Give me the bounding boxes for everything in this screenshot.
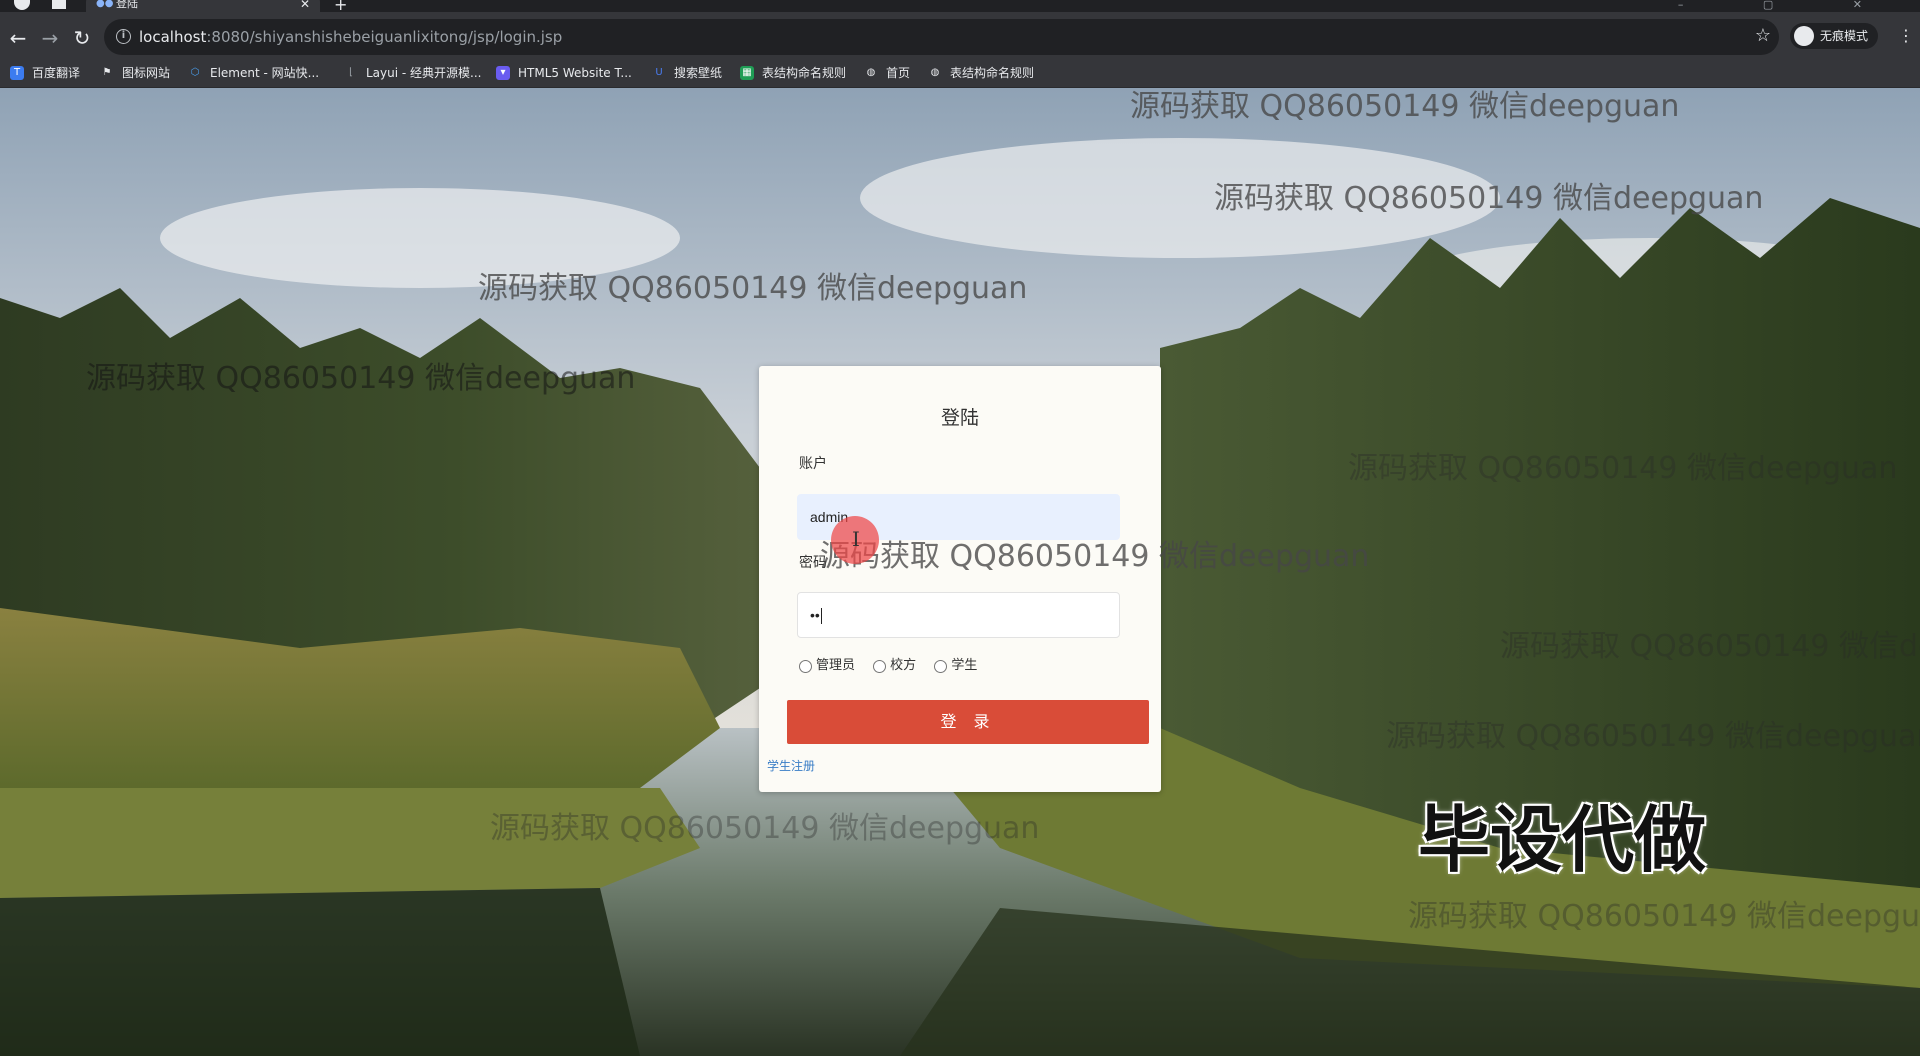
- bookmark-item[interactable]: ▦ 表结构命名规则: [740, 63, 846, 83]
- url-path: :8080/shiyanshishebeiguanlixitong/jsp/lo…: [206, 28, 563, 46]
- student-register-link[interactable]: 学生注册: [767, 758, 815, 774]
- bookmark-item[interactable]: ⬡ Element - 网站快...: [188, 63, 319, 83]
- watermark-text: 源码获取 QQ86050149 微信deepguan: [490, 811, 1040, 846]
- radio-button[interactable]: [873, 659, 887, 673]
- window-icon: [52, 0, 66, 9]
- wallpaper-icon: U: [655, 66, 663, 78]
- new-tab-icon[interactable]: +: [334, 0, 347, 13]
- account-label: 账户: [799, 456, 827, 472]
- role-label: 管理员: [816, 658, 856, 673]
- radio-button[interactable]: [934, 659, 948, 673]
- incognito-icon: [1794, 25, 1814, 46]
- browser-tab[interactable]: ●● 登陆 ✕: [86, 0, 320, 12]
- watermark-text: 源码获取 QQ86050149 微信deepguan: [1386, 719, 1920, 754]
- bookmark-label: 搜索壁纸: [674, 66, 723, 80]
- bookmark-item[interactable]: ◍ 首页: [864, 63, 910, 83]
- watermark-text: 源码获取 QQ86050149 微信deepguan: [478, 271, 1028, 306]
- bookmark-item[interactable]: ◍ 表结构命名规则: [928, 63, 1034, 83]
- url-text[interactable]: localhost:8080/shiyanshishebeiguanlixito…: [139, 28, 562, 46]
- globe-icon: ◍: [930, 66, 940, 78]
- browser-logo-icon: [14, 0, 30, 10]
- watermark-text: 源码获取 QQ86050149 微信deepguan: [1130, 89, 1680, 124]
- bookmark-label: 首页: [886, 66, 911, 80]
- watermark-text: 源码获取 QQ86050149 微信deepguan: [1214, 181, 1764, 216]
- role-label: 学生: [951, 658, 978, 673]
- bookmark-label: Element - 网站快...: [210, 66, 320, 80]
- tab-title: 登陆: [116, 0, 138, 10]
- watermark-text: 源码获取 QQ86050149 微信deepguan: [820, 539, 1370, 574]
- bookmark-label: Layui - 经典开源模...: [366, 66, 482, 80]
- radio-button[interactable]: [799, 659, 812, 673]
- watermark-text: 源码获取 QQ86050149 微信deepguan: [86, 361, 636, 396]
- bookmark-label: 图标网站: [122, 66, 171, 80]
- text-cursor-icon: I: [852, 527, 860, 551]
- bookmarks-bar: T 百度翻译 ⚑ 图标网站 ⬡ Element - 网站快... ⌊ Layui - 经…: [0, 58, 1920, 88]
- globe-icon: ◍: [866, 66, 876, 78]
- bookmark-label: 百度翻译: [32, 66, 81, 80]
- password-input[interactable]: ••: [797, 592, 1120, 638]
- element-icon: ⬡: [190, 66, 200, 78]
- reload-icon[interactable]: ↻: [68, 24, 96, 52]
- role-option-admin[interactable]: 管理员: [799, 657, 855, 675]
- bookmark-item[interactable]: T 百度翻译: [10, 63, 80, 83]
- tab-strip: ●● 登陆 ✕ + – ▢ ✕: [0, 0, 1920, 13]
- bookmark-item[interactable]: ⌊ Layui - 经典开源模...: [344, 63, 481, 83]
- menu-dots-icon[interactable]: ⋮: [1898, 26, 1914, 46]
- watermark-text: 源码获取 QQ86050149 微信deepguan: [1500, 629, 1920, 664]
- layui-icon: ⌊: [349, 66, 353, 78]
- promo-stamp-text: 毕设代做: [1418, 798, 1707, 882]
- bookmark-item[interactable]: U 搜索壁纸: [652, 63, 722, 83]
- login-title: 登陆: [940, 407, 979, 429]
- star-icon[interactable]: ☆: [1755, 26, 1771, 46]
- window-controls[interactable]: – ▢ ✕: [1678, 0, 1900, 11]
- incognito-badge[interactable]: 无痕模式: [1790, 23, 1879, 49]
- url-host: localhost: [139, 28, 207, 46]
- browser-toolbar: ← → ↻ i localhost:8080/shiyanshishebeigu…: [0, 12, 1920, 64]
- back-icon[interactable]: ←: [4, 24, 32, 52]
- tab-close-icon[interactable]: ✕: [300, 0, 310, 10]
- html5-icon: ▾: [496, 65, 510, 80]
- role-option-school[interactable]: 校方: [873, 657, 916, 675]
- bookmark-label: 表结构命名规则: [950, 66, 1035, 80]
- translate-icon: T: [10, 65, 24, 80]
- role-radio-group: 管理员 校方 学生: [799, 657, 991, 679]
- role-label: 校方: [890, 658, 917, 673]
- flag-icon: ⚑: [102, 66, 112, 78]
- bookmark-label: HTML5 Website T...: [518, 66, 632, 80]
- login-card: 登陆 账户 admin 密码 •• 管理员 校方 学生 登 录 学生注册: [759, 366, 1161, 792]
- bookmark-item[interactable]: ▾ HTML5 Website T...: [496, 63, 632, 83]
- sheet-icon: ▦: [740, 65, 754, 80]
- login-button[interactable]: 登 录: [787, 700, 1149, 744]
- bookmark-item[interactable]: ⚑ 图标网站: [100, 63, 171, 83]
- page-viewport: 源码获取 QQ86050149 微信deepguan 源码获取 QQ860501…: [0, 88, 1920, 1056]
- text-caret: [820, 608, 822, 625]
- info-icon[interactable]: i: [116, 29, 131, 44]
- incognito-label: 无痕模式: [1820, 29, 1869, 43]
- forward-icon[interactable]: →: [36, 24, 64, 52]
- address-bar[interactable]: i localhost:8080/shiyanshishebeiguanlixi…: [104, 19, 1779, 55]
- role-option-student[interactable]: 学生: [934, 657, 977, 675]
- bookmark-label: 表结构命名规则: [762, 66, 847, 80]
- watermark-text: 源码获取 QQ86050149 微信deepguan: [1348, 451, 1898, 486]
- tab-favicon-icon: ●●: [96, 0, 114, 9]
- password-value: ••: [810, 607, 820, 623]
- watermark-text: 源码获取 QQ86050149 微信deepguan: [1408, 899, 1920, 934]
